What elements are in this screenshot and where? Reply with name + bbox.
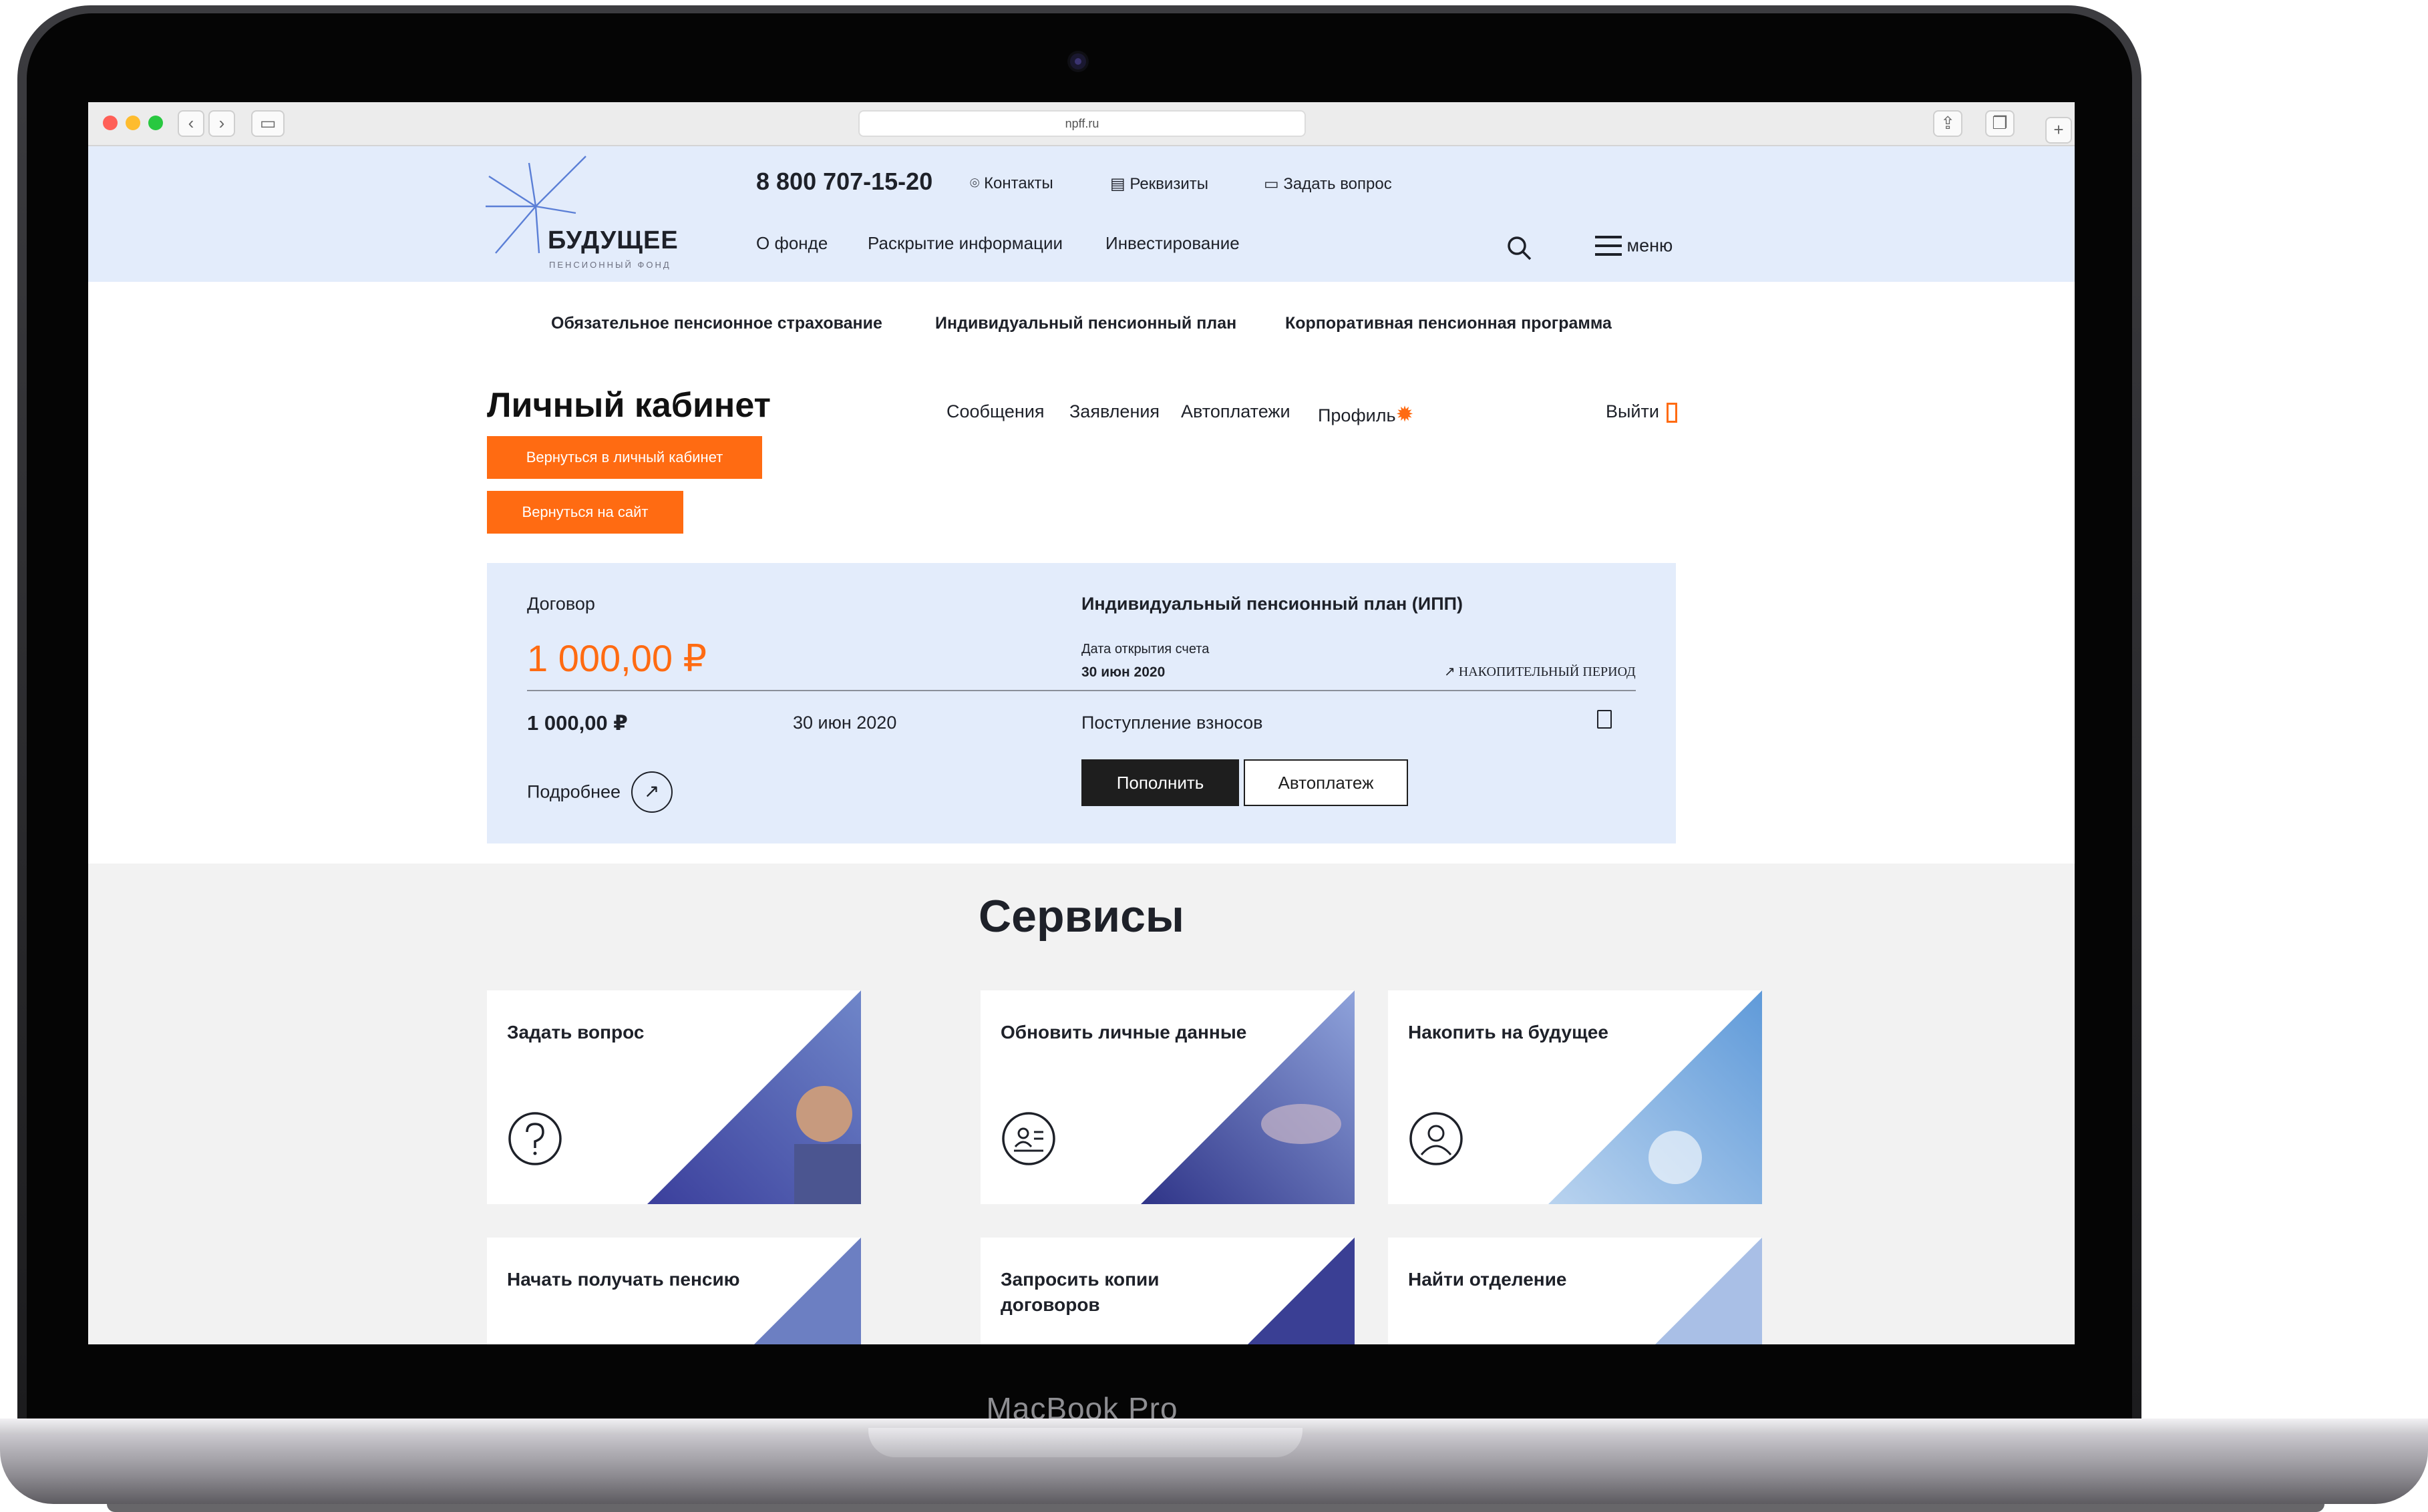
- back-to-cabinet-button[interactable]: Вернуться в личный кабинет: [487, 436, 762, 479]
- logout-link[interactable]: Выйти: [1606, 401, 1678, 423]
- service-photo: [647, 990, 861, 1204]
- services-title: Сервисы: [979, 891, 1184, 942]
- cabinet-nav-messages[interactable]: Сообщения: [946, 401, 1045, 422]
- nav-investing[interactable]: Инвестирование: [1105, 233, 1240, 254]
- service-tile-contract-copies[interactable]: Запросить копии договоров: [981, 1238, 1355, 1344]
- gear-icon: ✹: [1395, 402, 1414, 426]
- service-tile-find-office[interactable]: Найти отделение: [1388, 1238, 1762, 1344]
- ask-question-link[interactable]: ▭ Задать вопрос: [1264, 174, 1392, 194]
- document-icon: ▤: [1110, 175, 1125, 193]
- nav-disclosure[interactable]: Раскрытие информации: [868, 233, 1063, 254]
- page-title: Личный кабинет: [487, 386, 771, 425]
- logo-subtitle: ПЕНСИОННЫЙ ФОНД: [549, 260, 671, 270]
- location-pin-icon: ⌾: [970, 174, 980, 192]
- requisites-link[interactable]: ▤ Реквизиты: [1110, 174, 1208, 194]
- service-tile-update-data[interactable]: Обновить личные данные: [981, 990, 1355, 1204]
- period-badge: ↗ НАКОПИТЕЛЬНЫЙ ПЕРИОД: [1444, 665, 1636, 679]
- autopay-button[interactable]: Автоплатеж: [1244, 759, 1408, 806]
- row-amount: 1 000,00 ₽: [527, 711, 628, 735]
- service-tile-save[interactable]: Накопить на будущее: [1388, 990, 1762, 1204]
- back-to-site-button[interactable]: Вернуться на сайт: [487, 491, 683, 534]
- contacts-link[interactable]: ⌾ Контакты: [970, 174, 1053, 193]
- new-tab-icon[interactable]: +: [2045, 117, 2072, 144]
- minimize-window-button[interactable]: [126, 116, 140, 130]
- user-icon: [1409, 1112, 1463, 1165]
- row-date: 30 июн 2020: [793, 713, 897, 733]
- topup-button[interactable]: Пополнить: [1081, 759, 1239, 806]
- search-icon[interactable]: [1506, 234, 1534, 262]
- service-tile-pension[interactable]: Начать получать пенсию: [487, 1238, 861, 1344]
- logo-title[interactable]: БУДУЩЕЕ: [548, 226, 679, 255]
- sidebar-icon[interactable]: ▭: [251, 110, 285, 137]
- question-icon: [508, 1112, 562, 1165]
- back-icon[interactable]: ‹: [178, 110, 204, 137]
- contract-amount: 1 000,00 ₽: [527, 637, 707, 679]
- address-bar[interactable]: npff.ru: [858, 110, 1306, 137]
- contract-card: Договор 1 000,00 ₽ 1 000,00 ₽ 30 июн 202…: [487, 563, 1676, 843]
- service-photo: [754, 1238, 861, 1344]
- contract-label: Договор: [527, 594, 595, 614]
- subnav-ops[interactable]: Обязательное пенсионное страхование: [551, 314, 882, 333]
- open-date: 30 июн 2020: [1081, 665, 1166, 680]
- more-link[interactable]: Подробнее ↗: [527, 771, 673, 813]
- cabinet-nav-autopay[interactable]: Автоплатежи: [1181, 401, 1290, 422]
- menu-button[interactable]: меню: [1595, 234, 1673, 257]
- cabinet-nav-profile[interactable]: Профиль✹: [1318, 401, 1413, 427]
- plan-name: Индивидуальный пенсионный план (ИПП): [1081, 594, 1463, 614]
- nav-about[interactable]: О фонде: [756, 233, 828, 254]
- subnav-ipp[interactable]: Индивидуальный пенсионный план: [935, 314, 1236, 333]
- browser-toolbar: ‹ › ▭ npff.ru ⇪ ❐ +: [88, 102, 2075, 146]
- arrow-up-right-icon: ↗: [631, 771, 673, 813]
- site-header: БУДУЩЕЕ ПЕНСИОННЫЙ ФОНД 8 800 707-15-20 …: [88, 146, 2075, 282]
- id-card-icon: [1002, 1112, 1055, 1165]
- tabs-icon[interactable]: ❐: [1985, 110, 2015, 137]
- tile-title: Задать вопрос: [507, 1022, 645, 1043]
- menu-label: меню: [1626, 235, 1673, 256]
- laptop-base: [0, 1419, 2428, 1512]
- laptop-mockup: ‹ › ▭ npff.ru ⇪ ❐ + БУДУЩЕЕ ПЕНСИОННЫЙ Ф…: [0, 0, 2428, 1512]
- exit-door-icon: [1667, 402, 1678, 423]
- service-photo: [1141, 990, 1355, 1204]
- hamburger-icon: [1595, 236, 1622, 256]
- service-photo: [1548, 990, 1762, 1204]
- tile-title: Найти отделение: [1408, 1269, 1567, 1290]
- document-list-icon[interactable]: [1597, 710, 1612, 729]
- contributions-label: Поступление взносов: [1081, 713, 1263, 733]
- open-date-label: Дата открытия счета: [1081, 642, 1210, 656]
- close-window-button[interactable]: [103, 116, 118, 130]
- cabinet-nav-applications[interactable]: Заявления: [1069, 401, 1160, 422]
- browser-window: ‹ › ▭ npff.ru ⇪ ❐ + БУДУЩЕЕ ПЕНСИОННЫЙ Ф…: [88, 102, 2075, 1344]
- card-divider: [527, 690, 1636, 691]
- subnav-corporate[interactable]: Корпоративная пенсионная программа: [1285, 314, 1612, 333]
- phone-number[interactable]: 8 800 707-15-20: [756, 168, 932, 196]
- zoom-window-button[interactable]: [148, 116, 163, 130]
- share-icon[interactable]: ⇪: [1933, 110, 1962, 137]
- chat-icon: ▭: [1264, 175, 1279, 193]
- service-photo: [1655, 1238, 1762, 1344]
- forward-icon[interactable]: ›: [208, 110, 235, 137]
- service-tile-ask[interactable]: Задать вопрос: [487, 990, 861, 1204]
- service-photo: [1248, 1238, 1355, 1344]
- trend-up-icon: ↗: [1444, 665, 1455, 679]
- camera-icon: [1070, 53, 1086, 69]
- tile-title: Запросить копии договоров: [1001, 1269, 1160, 1315]
- tile-title: Начать получать пенсию: [507, 1269, 740, 1290]
